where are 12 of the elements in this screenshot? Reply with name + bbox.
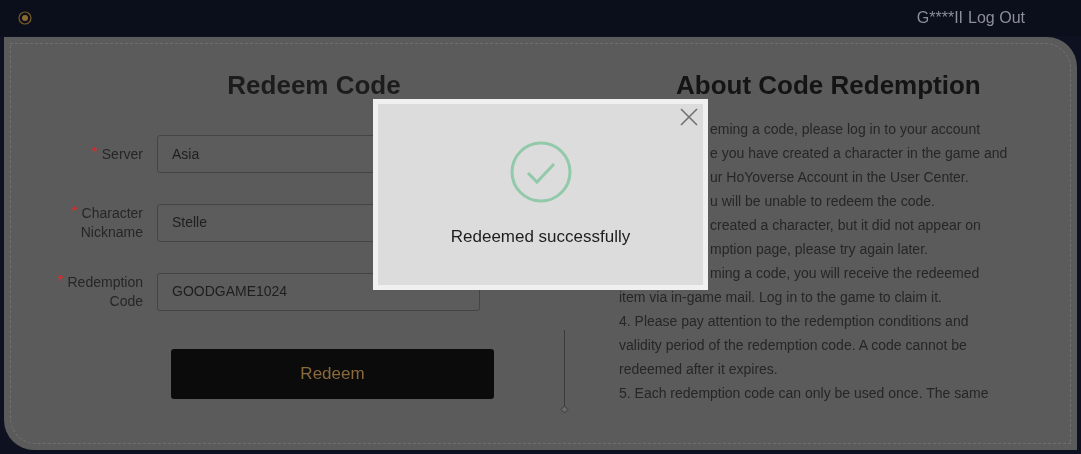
required-mark: * xyxy=(71,204,78,221)
form-title: Redeem Code xyxy=(227,71,401,99)
check-circle-icon xyxy=(508,140,573,204)
logout-link[interactable]: Log Out xyxy=(968,6,1025,30)
required-mark: * xyxy=(57,273,64,290)
about-title: About Code Redemption xyxy=(676,71,982,99)
close-button[interactable] xyxy=(679,107,699,127)
close-icon xyxy=(680,108,698,126)
username: G****II xyxy=(916,8,964,28)
logo-icon xyxy=(18,11,32,25)
redeem-button[interactable]: Redeem xyxy=(171,349,494,399)
required-mark: * xyxy=(91,145,98,162)
